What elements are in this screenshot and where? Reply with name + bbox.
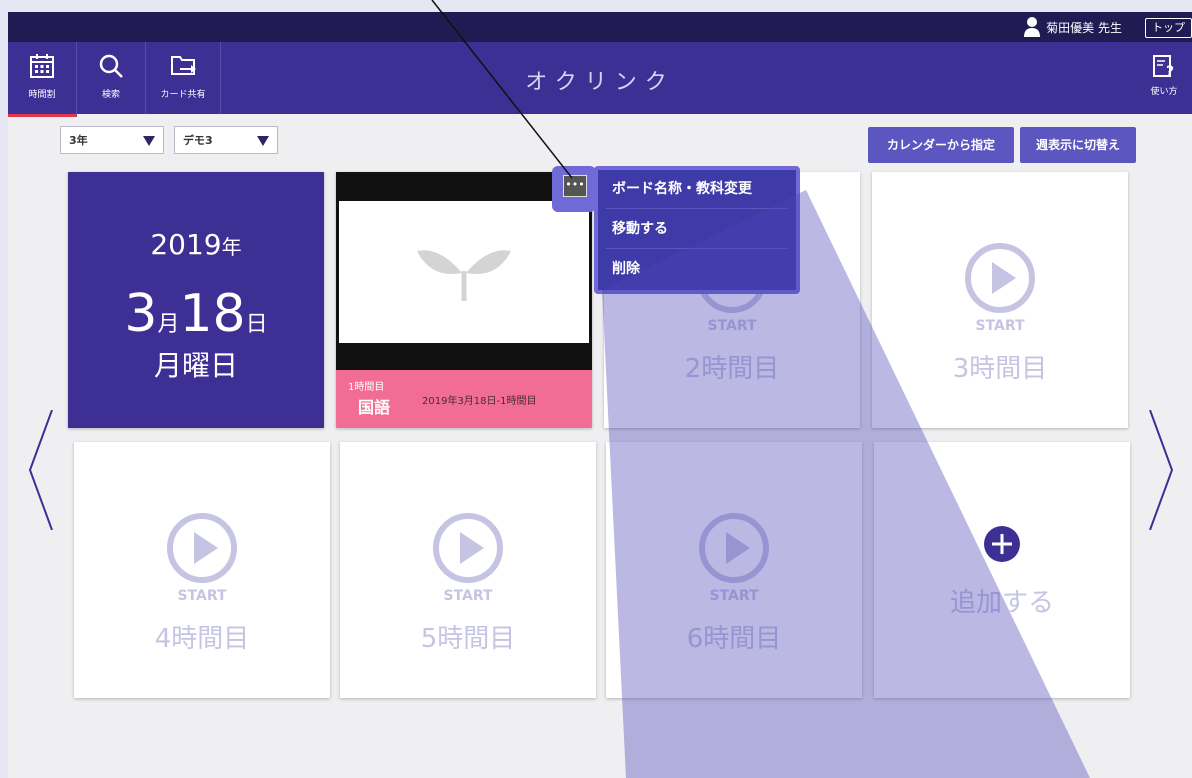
play-icon-wrap xyxy=(74,508,330,592)
day-value: 18 xyxy=(179,284,246,344)
period-label: 4時間目 xyxy=(154,624,250,654)
play-icon-wrap xyxy=(606,508,862,592)
user-icon xyxy=(1024,17,1041,37)
date-year: 2019年 xyxy=(68,228,324,261)
menu-item-move[interactable]: 移動する xyxy=(612,218,668,238)
board-thumbnail[interactable] xyxy=(339,201,589,343)
menu-divider xyxy=(606,208,788,209)
year-value: 2019 xyxy=(150,228,222,261)
week-view-button[interactable]: 週表示に切替え xyxy=(1020,127,1136,163)
app-title: オクリンク xyxy=(525,70,675,95)
main-nav: 時間割 検索 カード共有 オクリンク ? 使い方 xyxy=(8,42,1192,117)
add-icon-wrap xyxy=(874,524,1130,568)
class-select[interactable]: デモ3 xyxy=(174,126,278,154)
grade-select[interactable]: 3年 xyxy=(60,126,164,154)
add-label: 追加する xyxy=(949,588,1054,618)
period-label: 5時間目 xyxy=(420,624,516,654)
period-card-3[interactable]: START 3時間目 xyxy=(872,172,1128,428)
more-options-button[interactable]: ••• xyxy=(563,175,587,197)
prev-arrow-icon[interactable] xyxy=(26,410,56,530)
menu-item-delete[interactable]: 削除 xyxy=(612,258,640,278)
class-select-value: デモ3 xyxy=(183,134,213,147)
board-name: 2019年3月18日-1時間目 xyxy=(422,396,537,407)
menu-item-rename[interactable]: ボード名称・教科変更 xyxy=(612,178,752,198)
top-button[interactable]: トップ xyxy=(1145,18,1192,38)
period-card-6[interactable]: START 6時間目 xyxy=(606,442,862,698)
app-window: 菊田優美 先生 トップ 時間割 検索 カード共有 オクリンク ? 使い方 3年 … xyxy=(8,12,1192,778)
day-unit: 日 xyxy=(245,312,268,337)
help-button[interactable]: ? 使い方 xyxy=(1144,54,1184,97)
plus-circle-icon xyxy=(984,526,1020,562)
board-info: 1時間目 国語 2019年3月18日-1時間目 xyxy=(336,370,592,428)
sprout-icon xyxy=(417,250,511,301)
play-icon xyxy=(965,243,1035,313)
menu-divider xyxy=(606,248,788,249)
month-unit: 月 xyxy=(157,312,180,337)
add-period-card[interactable]: 追加する xyxy=(874,442,1130,698)
date-card: 2019年 3月18日 月曜日 xyxy=(68,172,324,428)
period-label: 6時間目 xyxy=(686,624,782,654)
dropdown-arrow-icon xyxy=(257,136,269,146)
start-label: START xyxy=(177,588,227,604)
start-label: START xyxy=(709,588,759,604)
start-label: START xyxy=(443,588,493,604)
calendar-select-button[interactable]: カレンダーから指定 xyxy=(868,127,1014,163)
grade-select-value: 3年 xyxy=(69,134,88,147)
help-label: 使い方 xyxy=(1150,87,1178,97)
next-arrow-icon[interactable] xyxy=(1146,410,1176,530)
board-context-menu: ボード名称・教科変更 移動する 削除 xyxy=(594,166,800,294)
play-icon xyxy=(433,513,503,583)
top-bar: 菊田優美 先生 トップ xyxy=(8,12,1192,42)
month-value: 3 xyxy=(124,284,158,344)
play-icon xyxy=(167,513,237,583)
dropdown-arrow-icon xyxy=(143,136,155,146)
help-icon: ? xyxy=(1153,55,1174,80)
play-icon xyxy=(699,513,769,583)
period-label: 3時間目 xyxy=(952,354,1048,384)
period-card-5[interactable]: START 5時間目 xyxy=(340,442,596,698)
period-card-4[interactable]: START 4時間目 xyxy=(74,442,330,698)
board-subject: 国語 xyxy=(358,398,391,417)
board-period: 1時間目 xyxy=(348,382,385,393)
user-name: 菊田優美 先生 xyxy=(1046,20,1122,35)
year-unit: 年 xyxy=(221,235,242,259)
date-weekday: 月曜日 xyxy=(153,349,238,382)
play-icon-wrap xyxy=(872,238,1128,322)
start-label: START xyxy=(975,318,1025,334)
svg-text:?: ? xyxy=(1166,64,1174,80)
start-label: START xyxy=(707,318,757,334)
user-info: 菊田優美 先生 xyxy=(1024,17,1122,37)
play-icon-wrap xyxy=(340,508,596,592)
period-label: 2時間目 xyxy=(684,354,780,384)
